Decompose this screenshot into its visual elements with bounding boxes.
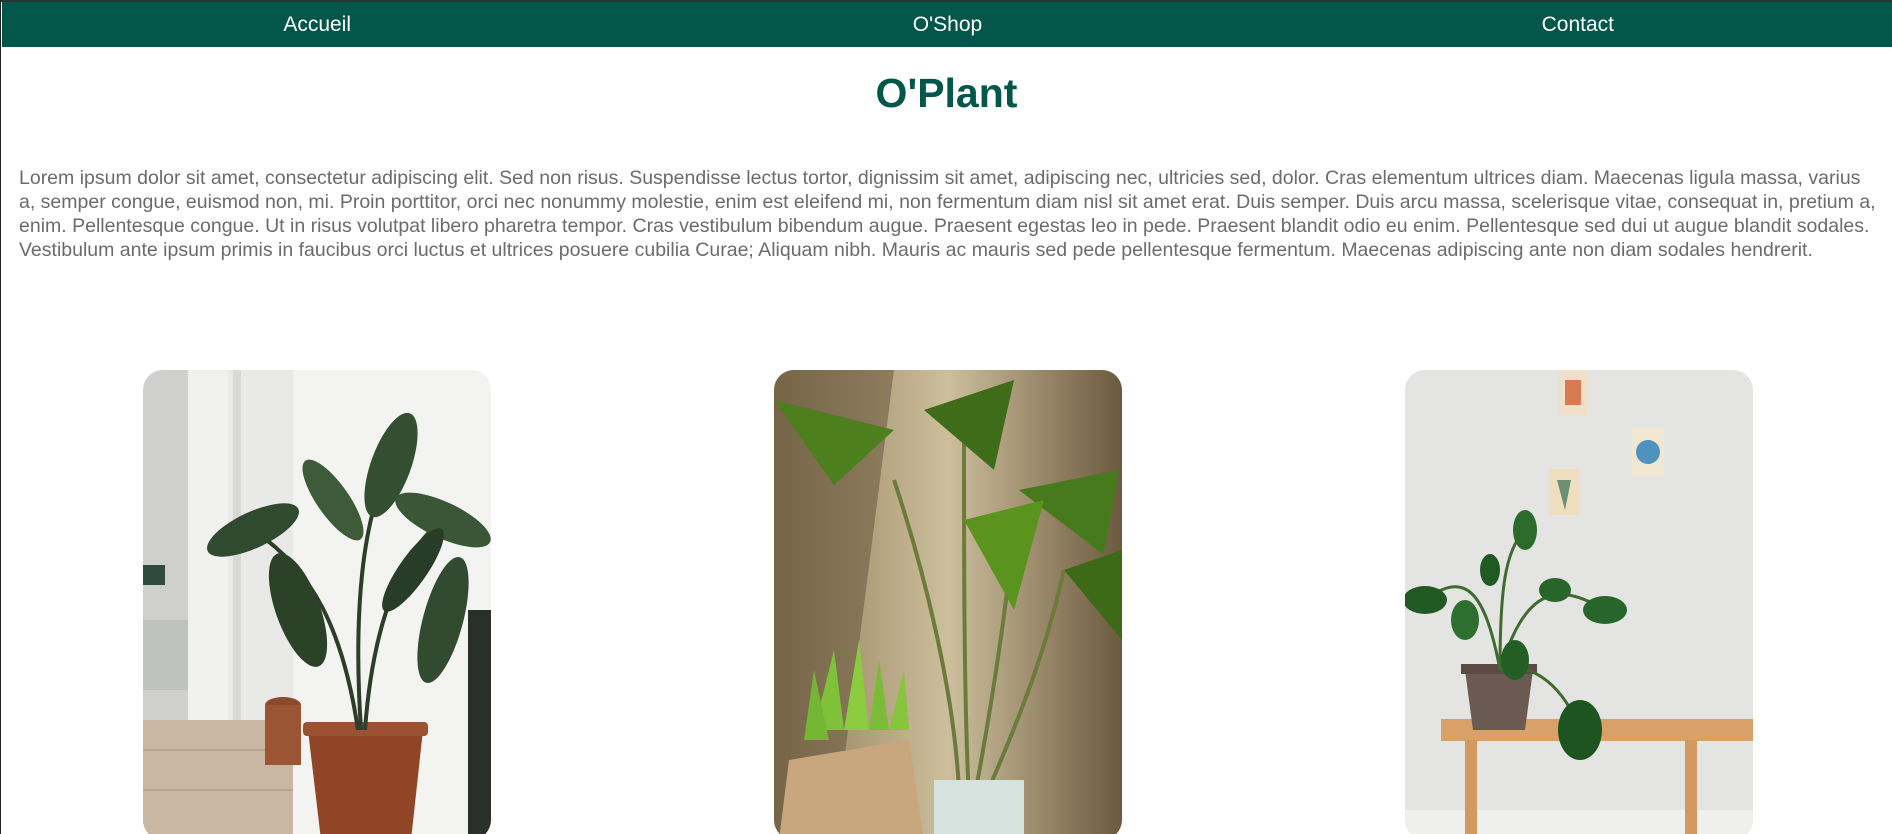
plant-image-2 xyxy=(774,370,1122,834)
page: Accueil O'Shop Contact O'Plant Lorem ips… xyxy=(0,0,1892,834)
plant-image-1 xyxy=(143,370,491,834)
navbar: Accueil O'Shop Contact xyxy=(2,2,1892,47)
plant-photo-philodendron xyxy=(1405,370,1753,834)
nav-link-accueil[interactable]: Accueil xyxy=(2,2,632,47)
plant-photo-bird-of-paradise xyxy=(143,370,491,834)
nav-link-oshop[interactable]: O'Shop xyxy=(632,2,1262,47)
page-title: O'Plant xyxy=(875,70,1018,116)
nav-link-contact[interactable]: Contact xyxy=(1263,2,1892,47)
plant-image-3 xyxy=(1405,370,1753,834)
plant-photo-alocasia xyxy=(774,370,1122,834)
intro-paragraph: Lorem ipsum dolor sit amet, consectetur … xyxy=(19,167,1876,261)
